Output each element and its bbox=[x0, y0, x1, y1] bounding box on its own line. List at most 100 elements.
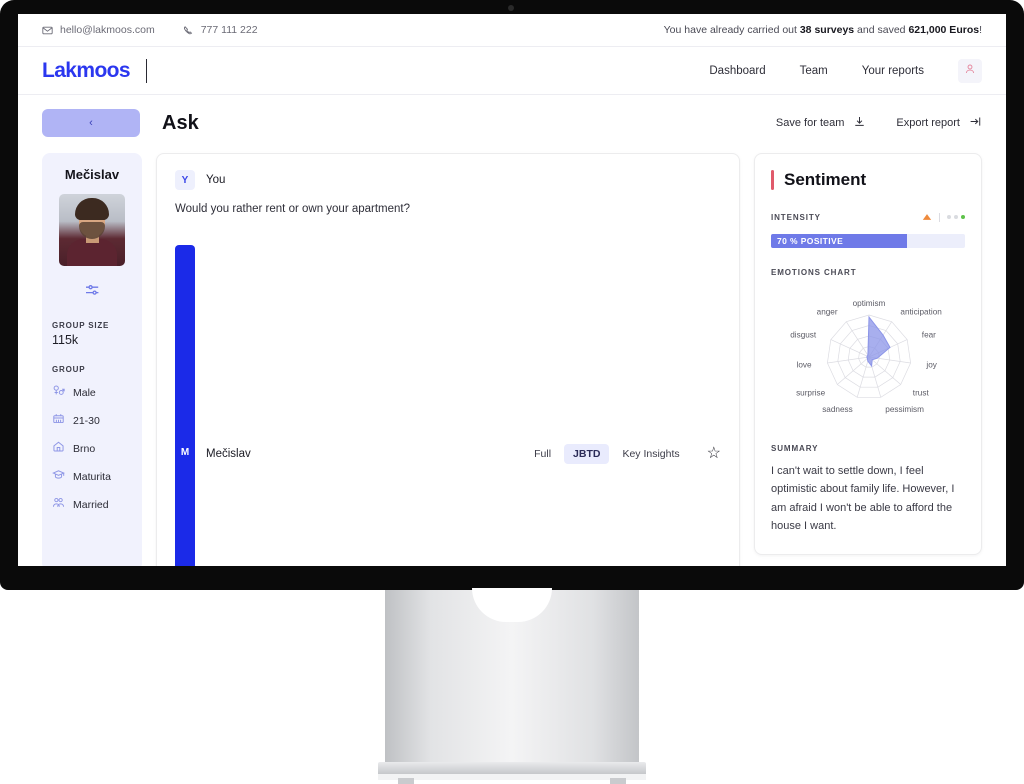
stat-suffix: ! bbox=[979, 24, 982, 36]
emotions-radar-chart: optimism anticipation fear joy trust pessimis… bbox=[771, 285, 965, 432]
utility-bar: hello@lakmoos.com 777 111 222 You have a… bbox=[18, 14, 1006, 47]
attribute-city: Brno bbox=[52, 440, 132, 458]
survey-stat: You have already carried out 38 surveys … bbox=[664, 24, 982, 36]
attribute-education: Maturita bbox=[52, 468, 132, 486]
message-header: Y You bbox=[175, 170, 721, 190]
persona-filter-button[interactable] bbox=[52, 282, 132, 303]
gender-icon bbox=[52, 384, 65, 402]
download-icon bbox=[853, 115, 866, 131]
group-size-value: 115k bbox=[52, 333, 79, 347]
radar-label-pessimism: pessimism bbox=[885, 405, 924, 414]
group-label: GROUP bbox=[52, 365, 86, 374]
mail-icon bbox=[42, 25, 53, 36]
stat-middle: and saved bbox=[854, 24, 909, 36]
message-author-you: You bbox=[206, 174, 226, 186]
stat-money: 621,000 Euros bbox=[908, 24, 980, 36]
export-arrow-icon bbox=[969, 115, 982, 131]
radar-label-anger: anger bbox=[817, 308, 838, 317]
intensity-meter-fill: 70 % POSITIVE bbox=[771, 234, 907, 248]
avatar-initial-you: Y bbox=[175, 170, 195, 190]
radar-svg: optimism anticipation fear joy trust pessimis… bbox=[790, 299, 942, 414]
chat-message-you: Y You Would you rather rent or own your … bbox=[175, 170, 721, 219]
account-button[interactable] bbox=[958, 58, 982, 83]
persona-avatar-photo bbox=[59, 194, 125, 266]
message-body-you: Would you rather rent or own your apartm… bbox=[175, 203, 411, 215]
page-header: ‹ Ask Save for team Export report bbox=[18, 95, 1006, 147]
radar-label-disgust: disgust bbox=[790, 331, 817, 340]
radar-label-trust: trust bbox=[913, 388, 930, 397]
contact-phone[interactable]: 777 111 222 bbox=[183, 24, 258, 36]
user-icon bbox=[964, 62, 976, 80]
save-for-team-label: Save for team bbox=[775, 117, 845, 129]
summary-text: I can't wait to settle down, I feel opti… bbox=[771, 465, 955, 533]
radar-label-anticipation: anticipation bbox=[900, 308, 942, 317]
contact-email[interactable]: hello@lakmoos.com bbox=[42, 24, 155, 36]
radar-label-joy: joy bbox=[925, 361, 937, 370]
attribute-age: 21-30 bbox=[52, 412, 132, 430]
back-button[interactable]: ‹ bbox=[42, 109, 140, 137]
intensity-label: INTENSITY bbox=[771, 212, 821, 222]
view-toggle-key-insights[interactable]: Key Insights bbox=[613, 444, 688, 464]
view-toggle-full[interactable]: Full bbox=[525, 444, 560, 464]
webcam-dot bbox=[508, 5, 514, 11]
monitor-stand-foot-base bbox=[378, 774, 646, 780]
intensity-dot-1 bbox=[947, 215, 951, 219]
attribute-marital-status: Married bbox=[52, 496, 132, 514]
view-toggle-group: Full JBTD Key Insights ☆ bbox=[525, 443, 721, 464]
radar-label-sadness: sadness bbox=[822, 405, 853, 414]
chat-message-jbtd: M Mečislav Full JBTD Key Insights ☆ When… bbox=[175, 244, 721, 566]
rings-icon bbox=[52, 496, 65, 514]
persona-sidebar: Mečislav GROUP SIZE 115k GROUP Male 21-3… bbox=[42, 153, 142, 566]
nav-item-team[interactable]: Team bbox=[800, 65, 828, 77]
nav-item-dashboard[interactable]: Dashboard bbox=[709, 65, 765, 77]
sentiment-panel: Sentiment INTENSITY 70 % POSITIVE EMOTIO… bbox=[754, 153, 982, 555]
email-text: hello@lakmoos.com bbox=[60, 24, 155, 36]
message-author-persona: Mečislav bbox=[206, 447, 251, 460]
message-header: M Mečislav Full JBTD Key Insights ☆ bbox=[175, 244, 721, 566]
attribute-city-label: Brno bbox=[73, 443, 96, 455]
sentiment-title-row: Sentiment bbox=[771, 170, 965, 190]
stat-surveys: 38 surveys bbox=[799, 24, 855, 36]
monitor-frame: hello@lakmoos.com 777 111 222 You have a… bbox=[0, 0, 1024, 590]
attribute-marital-label: Married bbox=[73, 499, 109, 511]
export-report-label: Export report bbox=[896, 117, 960, 129]
home-icon bbox=[52, 440, 65, 458]
attribute-education-label: Maturita bbox=[73, 471, 111, 483]
favorite-star-icon[interactable]: ☆ bbox=[707, 445, 721, 462]
group-size-label: GROUP SIZE bbox=[52, 321, 110, 330]
brand-divider bbox=[146, 58, 147, 83]
avatar-initial-persona: M bbox=[175, 244, 195, 566]
sentiment-accent-bar bbox=[771, 170, 774, 190]
trend-up-icon bbox=[922, 208, 932, 226]
export-report-button[interactable]: Export report bbox=[896, 115, 982, 131]
sentiment-title: Sentiment bbox=[784, 170, 867, 189]
stand-peg-left bbox=[398, 778, 414, 784]
intensity-indicators bbox=[922, 208, 965, 226]
phone-text: 777 111 222 bbox=[200, 24, 258, 36]
radar-label-optimism: optimism bbox=[853, 299, 886, 308]
calendar-icon bbox=[52, 412, 65, 430]
emotions-chart-label: EMOTIONS CHART bbox=[771, 268, 857, 277]
screen: hello@lakmoos.com 777 111 222 You have a… bbox=[18, 14, 1006, 566]
nav-item-your-reports[interactable]: Your reports bbox=[862, 65, 924, 77]
stat-prefix: You have already carried out bbox=[663, 24, 800, 36]
intensity-row: INTENSITY bbox=[771, 208, 965, 226]
page-title: Ask bbox=[162, 111, 199, 134]
phone-icon bbox=[183, 25, 194, 36]
attribute-gender: Male bbox=[52, 384, 132, 402]
brand-logo[interactable]: Lakmoos bbox=[42, 59, 131, 83]
attribute-age-label: 21-30 bbox=[73, 415, 100, 427]
view-toggle-jbtd[interactable]: JBTD bbox=[564, 443, 610, 464]
intensity-meter-text: 70 % POSITIVE bbox=[777, 236, 844, 246]
page-content: Mečislav GROUP SIZE 115k GROUP Male 21-3… bbox=[18, 147, 1006, 566]
radar-label-love: love bbox=[797, 361, 812, 370]
graduation-icon bbox=[52, 468, 65, 486]
nav-links: Dashboard Team Your reports bbox=[709, 58, 982, 83]
intensity-dot-3 bbox=[961, 215, 965, 219]
save-for-team-button[interactable]: Save for team bbox=[776, 115, 866, 131]
main-navbar: Lakmoos Dashboard Team Your reports bbox=[18, 47, 1006, 95]
chat-panel: Y You Would you rather rent or own your … bbox=[156, 153, 740, 566]
radar-label-surprise: surprise bbox=[796, 388, 826, 397]
radar-label-fear: fear bbox=[922, 331, 936, 340]
stand-peg-right bbox=[610, 778, 626, 784]
